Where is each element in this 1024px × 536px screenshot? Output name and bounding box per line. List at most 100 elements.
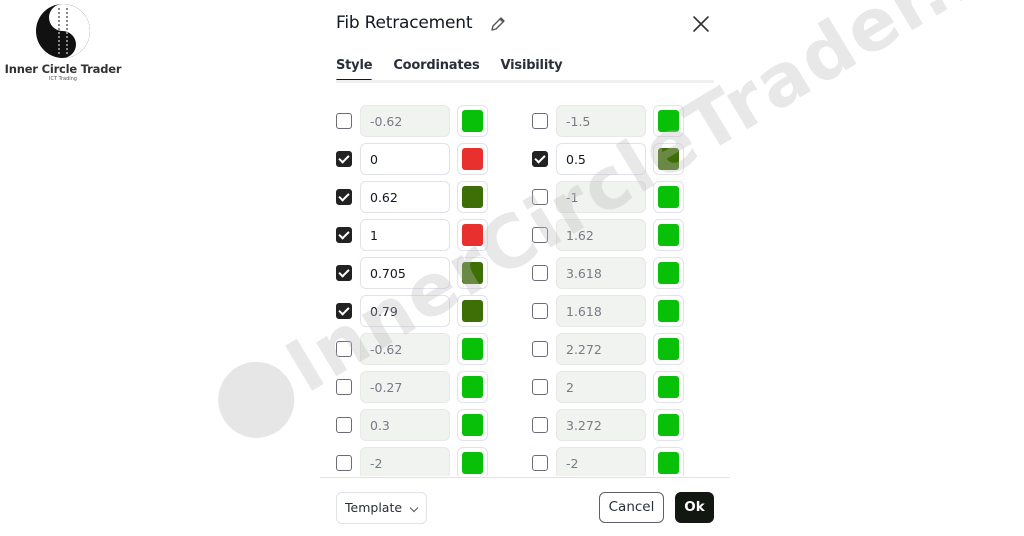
level-checkbox[interactable] xyxy=(336,379,352,395)
level-color-swatch[interactable] xyxy=(457,409,488,441)
level-value-input[interactable] xyxy=(556,257,646,289)
color-fill xyxy=(658,110,679,132)
level-value-input[interactable] xyxy=(360,219,450,251)
color-fill xyxy=(658,338,679,360)
level-color-swatch[interactable] xyxy=(653,371,684,403)
level-checkbox[interactable] xyxy=(532,417,548,433)
level-value-input[interactable] xyxy=(556,219,646,251)
level-color-swatch[interactable] xyxy=(653,257,684,289)
pencil-icon[interactable] xyxy=(489,15,507,33)
color-fill xyxy=(462,338,483,360)
level-color-swatch[interactable] xyxy=(653,143,684,175)
level-checkbox[interactable] xyxy=(532,227,548,243)
level-checkbox[interactable] xyxy=(336,265,352,281)
level-color-swatch[interactable] xyxy=(457,295,488,327)
fib-level-row xyxy=(532,447,684,476)
level-checkbox[interactable] xyxy=(336,341,352,357)
fib-level-row xyxy=(336,409,488,441)
yin-yang-logo-icon xyxy=(36,4,90,58)
color-fill xyxy=(462,414,483,436)
level-checkbox[interactable] xyxy=(532,303,548,319)
level-color-swatch[interactable] xyxy=(457,181,488,213)
fib-retracement-dialog: Fib Retracement Style Coordinates Visibi… xyxy=(320,0,730,536)
fib-levels-list[interactable] xyxy=(336,104,716,476)
tab-divider xyxy=(336,80,714,83)
level-value-input[interactable] xyxy=(556,105,646,137)
fib-level-row xyxy=(532,105,684,137)
level-checkbox[interactable] xyxy=(532,341,548,357)
level-color-swatch[interactable] xyxy=(457,143,488,175)
level-color-swatch[interactable] xyxy=(457,447,488,476)
fib-level-row xyxy=(532,295,684,327)
level-checkbox[interactable] xyxy=(336,417,352,433)
level-value-input[interactable] xyxy=(360,295,450,327)
level-color-swatch[interactable] xyxy=(457,105,488,137)
fib-level-row xyxy=(532,143,684,175)
fib-level-row xyxy=(336,447,488,476)
level-color-swatch[interactable] xyxy=(653,105,684,137)
level-color-swatch[interactable] xyxy=(653,447,684,476)
level-value-input[interactable] xyxy=(360,257,450,289)
close-icon[interactable] xyxy=(691,14,711,34)
level-value-input[interactable] xyxy=(556,371,646,403)
level-checkbox[interactable] xyxy=(336,113,352,129)
fib-level-row xyxy=(532,409,684,441)
level-value-input[interactable] xyxy=(556,447,646,476)
level-checkbox[interactable] xyxy=(336,151,352,167)
level-color-swatch[interactable] xyxy=(653,409,684,441)
level-checkbox[interactable] xyxy=(532,113,548,129)
color-fill xyxy=(658,414,679,436)
level-value-input[interactable] xyxy=(360,371,450,403)
dialog-title: Fib Retracement xyxy=(336,13,473,33)
color-fill xyxy=(462,224,483,246)
fib-level-row xyxy=(532,181,684,213)
color-fill xyxy=(658,452,679,474)
level-value-input[interactable] xyxy=(556,333,646,365)
level-checkbox[interactable] xyxy=(532,455,548,471)
template-dropdown[interactable]: Template xyxy=(336,492,427,524)
template-label: Template xyxy=(345,500,403,515)
level-value-input[interactable] xyxy=(556,181,646,213)
level-checkbox[interactable] xyxy=(336,303,352,319)
level-color-swatch[interactable] xyxy=(653,333,684,365)
color-fill xyxy=(462,110,483,132)
brand-subtitle: ICT Trading xyxy=(49,76,77,82)
level-color-swatch[interactable] xyxy=(457,371,488,403)
level-value-input[interactable] xyxy=(556,295,646,327)
level-color-swatch[interactable] xyxy=(457,333,488,365)
level-value-input[interactable] xyxy=(360,143,450,175)
fib-level-row xyxy=(532,257,684,289)
level-value-input[interactable] xyxy=(360,333,450,365)
level-value-input[interactable] xyxy=(556,143,646,175)
fib-level-row xyxy=(532,219,684,251)
level-checkbox[interactable] xyxy=(336,189,352,205)
level-checkbox[interactable] xyxy=(532,151,548,167)
level-value-input[interactable] xyxy=(360,409,450,441)
color-fill xyxy=(462,300,483,322)
fib-level-row xyxy=(336,333,488,365)
level-checkbox[interactable] xyxy=(532,379,548,395)
fib-level-row xyxy=(336,143,488,175)
fib-level-row xyxy=(336,295,488,327)
fib-level-row xyxy=(336,257,488,289)
level-value-input[interactable] xyxy=(360,105,450,137)
level-value-input[interactable] xyxy=(360,181,450,213)
ok-button[interactable]: Ok xyxy=(675,492,714,523)
level-checkbox[interactable] xyxy=(532,189,548,205)
level-color-swatch[interactable] xyxy=(653,219,684,251)
color-fill xyxy=(658,300,679,322)
level-color-swatch[interactable] xyxy=(653,295,684,327)
cancel-button[interactable]: Cancel xyxy=(599,492,664,523)
chevron-down-icon xyxy=(409,503,419,513)
level-color-swatch[interactable] xyxy=(653,181,684,213)
level-checkbox[interactable] xyxy=(336,227,352,243)
level-color-swatch[interactable] xyxy=(457,219,488,251)
level-checkbox[interactable] xyxy=(336,455,352,471)
color-fill xyxy=(462,186,483,208)
level-color-swatch[interactable] xyxy=(457,257,488,289)
color-fill xyxy=(658,186,679,208)
fib-level-row xyxy=(336,181,488,213)
level-value-input[interactable] xyxy=(360,447,450,476)
level-checkbox[interactable] xyxy=(532,265,548,281)
level-value-input[interactable] xyxy=(556,409,646,441)
